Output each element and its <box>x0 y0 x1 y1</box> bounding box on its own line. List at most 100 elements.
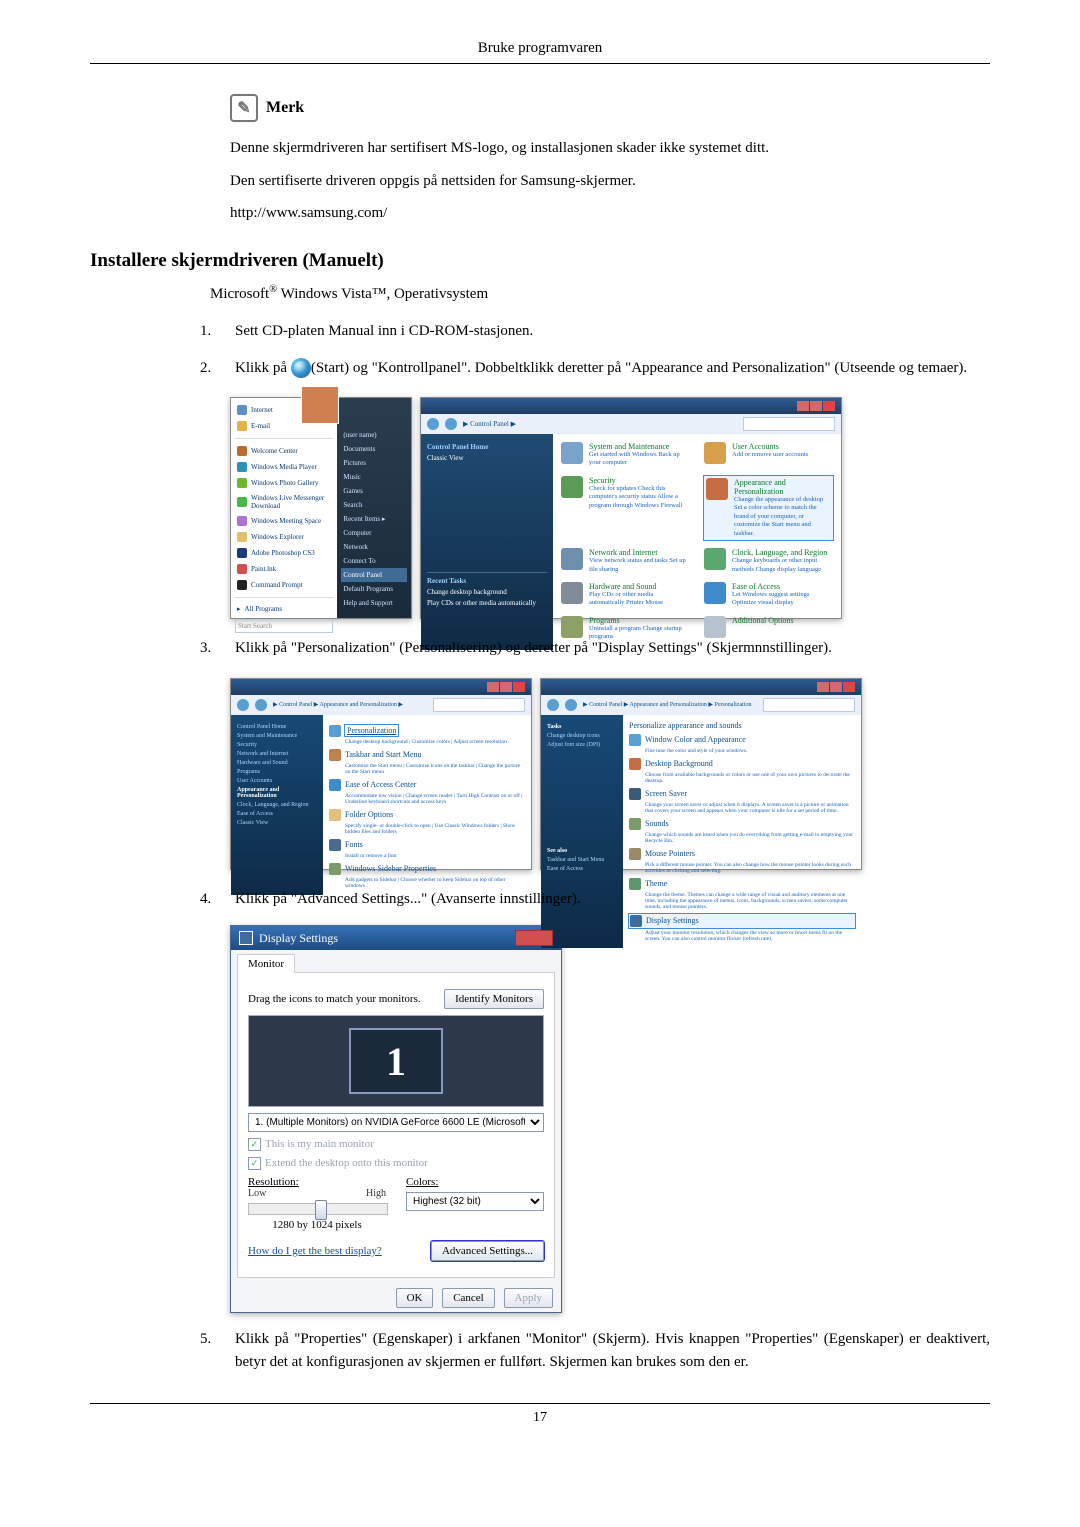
page-footer: 17 <box>90 1403 990 1426</box>
colors-select[interactable]: Highest (32 bit) <box>406 1192 544 1211</box>
meeting-icon <box>237 516 247 526</box>
advanced-settings-button[interactable]: Advanced Settings... <box>431 1241 544 1261</box>
side-appearance[interactable]: Appearance and Personalization <box>237 787 317 799</box>
sm-welcome[interactable]: Welcome Center <box>235 443 333 459</box>
cat-clock[interactable]: Clock, Language, and RegionChange keyboa… <box>704 548 833 574</box>
sm-allprograms[interactable]: ▸ All Programs <box>235 602 333 616</box>
sm-games[interactable]: Games <box>341 484 407 498</box>
side-hw[interactable]: Hardware and Sound <box>237 760 317 766</box>
sm-recent[interactable]: Recent Items ▸ <box>341 512 407 526</box>
cat-hardware[interactable]: Hardware and SoundPlay CDs or other medi… <box>561 582 690 608</box>
nav-fwd-icon[interactable] <box>565 699 577 711</box>
breadcrumb[interactable]: ▶ Control Panel ▶ Appearance and Persona… <box>583 701 751 708</box>
sm-cmd[interactable]: Command Prompt <box>235 577 333 593</box>
window-buttons[interactable] <box>797 401 835 411</box>
link-folder[interactable]: Folder Options <box>329 809 525 821</box>
side-ease[interactable]: Ease of Access <box>237 811 317 817</box>
link-wca[interactable]: Window Color and Appearance <box>629 734 855 746</box>
tab-monitor[interactable]: Monitor <box>237 954 295 973</box>
close-icon[interactable] <box>515 930 553 946</box>
link-sounds[interactable]: Sounds <box>629 818 855 830</box>
task-dpi[interactable]: Adjust font size (DPI) <box>547 742 617 748</box>
see-taskbar[interactable]: Taskbar and Start Menu <box>547 857 617 863</box>
side-clock[interactable]: Clock, Language, and Region <box>237 802 317 808</box>
sm-meeting[interactable]: Windows Meeting Space <box>235 513 333 529</box>
nav-fwd-icon[interactable] <box>255 699 267 711</box>
cat-appearance[interactable]: Appearance and PersonalizationChange the… <box>704 476 833 540</box>
sm-msg[interactable]: Windows Live Messenger Download <box>235 491 333 513</box>
side-users[interactable]: User Accounts <box>237 778 317 784</box>
chk-main-label: This is my main monitor <box>265 1138 374 1150</box>
sm-computer[interactable]: Computer <box>341 526 407 540</box>
monitor-1[interactable]: 1 <box>349 1028 443 1094</box>
window-buttons[interactable] <box>817 682 855 692</box>
task-icons[interactable]: Change desktop icons <box>547 733 617 739</box>
resolution-value: 1280 by 1024 pixels <box>248 1219 386 1231</box>
see-ease[interactable]: Ease of Access <box>547 866 617 872</box>
sm-music[interactable]: Music <box>341 470 407 484</box>
sm-explorer[interactable]: Windows Explorer <box>235 529 333 545</box>
link-ss[interactable]: Screen Saver <box>629 788 855 800</box>
cat-network[interactable]: Network and InternetView network status … <box>561 548 690 574</box>
search-input[interactable] <box>433 698 525 712</box>
link-bg[interactable]: Desktop Background <box>629 758 855 770</box>
sm-photo[interactable]: Windows Photo Gallery <box>235 475 333 491</box>
breadcrumb[interactable]: ▶ Control Panel ▶ <box>463 420 516 428</box>
sm-network[interactable]: Network <box>341 540 407 554</box>
side-sec[interactable]: Security <box>237 742 317 748</box>
side-sys[interactable]: System and Maintenance <box>237 733 317 739</box>
side-home[interactable]: Control Panel Home <box>237 724 317 730</box>
sm-search[interactable]: Search <box>341 498 407 512</box>
sm-user[interactable]: (user name) <box>341 428 407 442</box>
cp-recent-0[interactable]: Change desktop background <box>427 588 547 596</box>
help-link[interactable]: How do I get the best display? <box>248 1245 382 1257</box>
link-personalization[interactable]: Personalization <box>329 725 525 737</box>
note-icon: ✎ <box>230 94 258 122</box>
sm-ps[interactable]: Adobe Photoshop CS3 <box>235 545 333 561</box>
step-4: Klikk på "Advanced Settings..." (Avanser… <box>235 888 990 911</box>
device-select[interactable]: 1. (Multiple Monitors) on NVIDIA GeForce… <box>248 1113 544 1132</box>
resolution-slider[interactable] <box>248 1203 388 1215</box>
nav-back-icon[interactable] <box>237 699 249 711</box>
monitor-layout-area[interactable]: 1 <box>248 1015 544 1107</box>
step-2b: (Start) og "Kontrollpanel". Dobbeltklikk… <box>311 360 967 376</box>
sm-controlpanel[interactable]: Control Panel <box>341 568 407 582</box>
sm-wmp[interactable]: Windows Media Player <box>235 459 333 475</box>
cat-users[interactable]: User AccountsAdd or remove user accounts <box>704 442 833 468</box>
cat-security[interactable]: SecurityCheck for updates Check this com… <box>561 476 690 540</box>
link-fonts[interactable]: Fonts <box>329 839 525 851</box>
link-sidebar[interactable]: Windows Sidebar Properties <box>329 863 525 875</box>
link-taskbar[interactable]: Taskbar and Start Menu <box>329 749 525 761</box>
nav-fwd-icon[interactable] <box>445 418 457 430</box>
side-classic[interactable]: Classic View <box>237 820 317 826</box>
nav-back-icon[interactable] <box>547 699 559 711</box>
personalization-window-screenshot: ▶ Control Panel ▶ Appearance and Persona… <box>540 678 862 870</box>
sm-pics[interactable]: Pictures <box>341 456 407 470</box>
sm-connect[interactable]: Connect To <box>341 554 407 568</box>
cp-classic-view[interactable]: Classic View <box>427 454 547 462</box>
breadcrumb[interactable]: ▶ Control Panel ▶ Appearance and Persona… <box>273 701 403 708</box>
search-input[interactable] <box>763 698 855 712</box>
cp-side-title[interactable]: Control Panel Home <box>427 443 547 451</box>
search-input[interactable] <box>743 417 835 431</box>
ok-button[interactable]: OK <box>396 1288 434 1308</box>
side-net[interactable]: Network and Internet <box>237 751 317 757</box>
cat-ease[interactable]: Ease of AccessLet Windows suggest settin… <box>704 582 833 608</box>
cp-recent-1[interactable]: Play CDs or other media automatically <box>427 599 547 607</box>
sm-help[interactable]: Help and Support <box>341 596 407 610</box>
slider-thumb[interactable] <box>315 1200 327 1220</box>
cancel-button[interactable]: Cancel <box>442 1288 495 1308</box>
side-prog[interactable]: Programs <box>237 769 317 775</box>
window-buttons[interactable] <box>487 682 525 692</box>
nav-back-icon[interactable] <box>427 418 439 430</box>
identify-button[interactable]: Identify Monitors <box>444 989 544 1009</box>
link-display-settings[interactable]: Display Settings <box>629 914 855 928</box>
start-search-input[interactable]: Start Search <box>235 619 333 633</box>
sm-docs[interactable]: Documents <box>341 442 407 456</box>
sm-paint[interactable]: Paint.lnk <box>235 561 333 577</box>
link-ease[interactable]: Ease of Access Center <box>329 779 525 791</box>
slider-high: High <box>366 1188 386 1199</box>
cat-system[interactable]: System and MaintenanceGet started with W… <box>561 442 690 468</box>
sm-defprog[interactable]: Default Programs <box>341 582 407 596</box>
link-mouse[interactable]: Mouse Pointers <box>629 848 855 860</box>
